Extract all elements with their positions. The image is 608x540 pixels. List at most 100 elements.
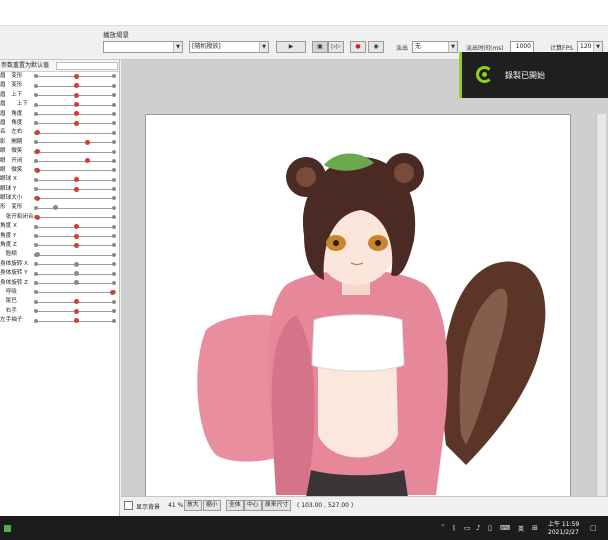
frame-button[interactable]: ▣	[312, 41, 328, 53]
param-slider[interactable]	[34, 130, 116, 136]
notification-center-icon[interactable]: ▢	[590, 525, 597, 532]
original-size-button[interactable]: 原来尺寸	[262, 500, 292, 511]
param-row: 呼吸	[0, 288, 119, 297]
slider-thumb[interactable]	[74, 83, 80, 89]
param-slider[interactable]	[34, 139, 116, 145]
slider-thumb[interactable]	[35, 167, 41, 173]
slider-thumb[interactable]	[74, 299, 80, 305]
scene-select[interactable]: ▼	[103, 41, 183, 53]
chevron-down-icon[interactable]: ▼	[173, 42, 182, 52]
ime-grid-icon[interactable]: ⊞	[532, 525, 538, 532]
param-slider[interactable]	[34, 167, 116, 173]
model-canvas[interactable]	[145, 114, 572, 497]
param-slider[interactable]	[34, 111, 116, 117]
reset-params-label[interactable]: 参数重置为默认值	[1, 62, 49, 69]
record-button[interactable]: ●	[350, 41, 366, 53]
slider-thumb[interactable]	[35, 252, 41, 258]
clock-date[interactable]: 2021/2/27	[548, 529, 579, 536]
slider-thumb[interactable]	[74, 177, 80, 183]
slider-thumb[interactable]	[35, 149, 41, 155]
slider-thumb[interactable]	[74, 233, 80, 239]
param-label: 呼吸	[0, 288, 17, 295]
keyboard-icon[interactable]: ⌨	[500, 525, 510, 532]
param-slider[interactable]	[34, 120, 116, 126]
bluetooth-icon[interactable]: ᛒ	[452, 525, 456, 532]
fit-all-button[interactable]: 全体	[226, 500, 244, 511]
stop-record-button[interactable]: ◉	[368, 41, 384, 53]
chevron-down-icon[interactable]: ▼	[448, 42, 457, 52]
slider-thumb[interactable]	[84, 139, 90, 145]
zoom-out-button[interactable]: 缩小	[203, 500, 221, 511]
motion-select[interactable]: [隨机撥放] ▼	[189, 41, 269, 53]
slider-thumb[interactable]	[74, 242, 80, 248]
param-slider[interactable]	[34, 308, 116, 314]
param-slider[interactable]	[34, 289, 116, 295]
chevron-down-icon[interactable]: ▼	[259, 42, 268, 52]
param-slider[interactable]	[34, 92, 116, 98]
canvas-vertical-scrollbar[interactable]	[596, 114, 606, 496]
slider-thumb[interactable]	[74, 120, 80, 126]
slider-thumb[interactable]	[74, 102, 80, 108]
canvas-viewport[interactable]	[121, 60, 608, 497]
character-model[interactable]	[146, 115, 572, 497]
slider-thumb[interactable]	[74, 280, 80, 286]
center-button[interactable]: 中心	[244, 500, 262, 511]
step-button[interactable]: ▷▷	[328, 41, 344, 53]
param-slider[interactable]	[34, 158, 116, 164]
param-slider[interactable]	[34, 149, 116, 155]
slider-thumb[interactable]	[74, 111, 80, 117]
slider-thumb[interactable]	[74, 92, 80, 98]
param-row: 形 变形	[0, 203, 119, 212]
clock-time[interactable]: 上午 11:59	[548, 519, 579, 528]
volume-icon[interactable]: ♪	[476, 525, 480, 532]
param-slider[interactable]	[34, 242, 116, 248]
param-slider[interactable]	[34, 73, 116, 79]
mic-icon[interactable]: ▯	[488, 525, 492, 532]
param-slider[interactable]	[34, 195, 116, 201]
param-slider[interactable]	[34, 214, 116, 220]
param-slider[interactable]	[34, 186, 116, 192]
start-icon[interactable]	[4, 525, 11, 532]
param-label: 眼球大小	[0, 195, 23, 202]
motion-select-value: [隨机撥放]	[192, 43, 221, 50]
slider-thumb[interactable]	[35, 214, 41, 220]
slider-thumb[interactable]	[74, 308, 80, 314]
slider-thumb[interactable]	[35, 130, 41, 136]
slider-max-marker	[112, 252, 116, 257]
slider-thumb[interactable]	[35, 195, 41, 201]
param-label: 眉 变形	[0, 73, 23, 79]
slider-thumb[interactable]	[74, 224, 80, 230]
param-slider[interactable]	[34, 271, 116, 277]
param-slider[interactable]	[34, 205, 116, 211]
param-label: 身体旋转 Z	[0, 279, 28, 286]
input-language[interactable]: 英	[518, 524, 524, 533]
slider-thumb[interactable]	[74, 186, 80, 192]
loop-select[interactable]: 无 ▼	[412, 41, 458, 53]
param-slider[interactable]	[34, 252, 116, 258]
param-slider[interactable]	[34, 177, 116, 183]
slider-thumb[interactable]	[74, 261, 80, 267]
param-slider[interactable]	[34, 261, 116, 267]
network-icon[interactable]: ▭	[464, 525, 471, 532]
slider-max-marker	[112, 196, 116, 201]
param-slider[interactable]	[34, 318, 116, 324]
param-slider[interactable]	[34, 233, 116, 239]
slider-thumb[interactable]	[84, 158, 90, 164]
param-slider[interactable]	[34, 280, 116, 286]
play-button[interactable]: ▶	[276, 41, 306, 53]
slider-thumb[interactable]	[74, 271, 80, 277]
slider-thumb[interactable]	[74, 73, 80, 79]
chevron-up-icon[interactable]: ˄	[441, 525, 445, 532]
chevron-down-icon[interactable]: ▼	[593, 42, 602, 52]
param-slider[interactable]	[34, 102, 116, 108]
param-row: 眉 上下	[0, 91, 119, 100]
param-slider[interactable]	[34, 224, 116, 230]
slider-thumb[interactable]	[74, 318, 80, 324]
zoom-in-button[interactable]: 放大	[184, 500, 202, 511]
param-slider[interactable]	[34, 299, 116, 305]
show-background-checkbox[interactable]	[124, 501, 133, 510]
slider-thumb[interactable]	[53, 205, 58, 211]
recording-notification[interactable]: 錄製已開始	[459, 52, 608, 98]
param-slider[interactable]	[34, 83, 116, 89]
slider-thumb[interactable]	[109, 289, 115, 295]
